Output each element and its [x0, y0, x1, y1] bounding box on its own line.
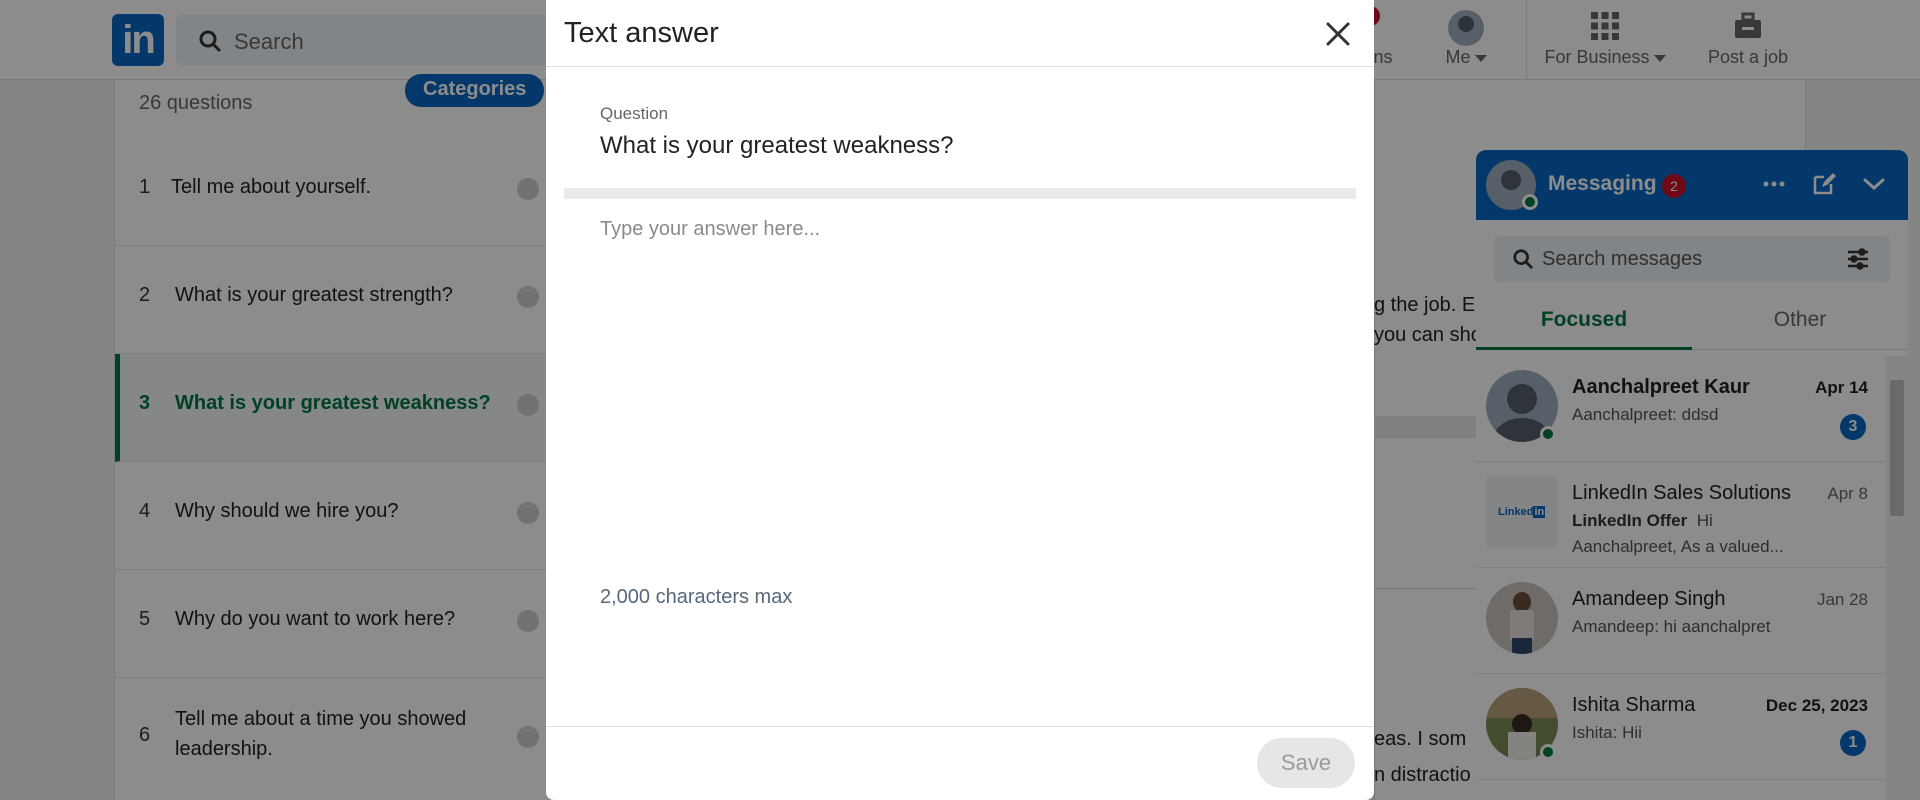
dialog-footer-divider: [546, 726, 1374, 727]
answer-textarea[interactable]: [582, 210, 1338, 570]
save-button[interactable]: Save: [1257, 738, 1355, 788]
dialog-title: Text answer: [564, 17, 719, 49]
close-icon[interactable]: [1318, 14, 1358, 54]
text-answer-dialog: Text answer Question What is your greate…: [546, 0, 1374, 800]
character-limit: 2,000 characters max: [600, 586, 793, 608]
question-label: Question: [600, 104, 669, 123]
section-divider: [564, 188, 1356, 199]
dialog-header: Text answer: [546, 0, 1374, 67]
question-text: What is your greatest weakness?: [600, 132, 954, 159]
